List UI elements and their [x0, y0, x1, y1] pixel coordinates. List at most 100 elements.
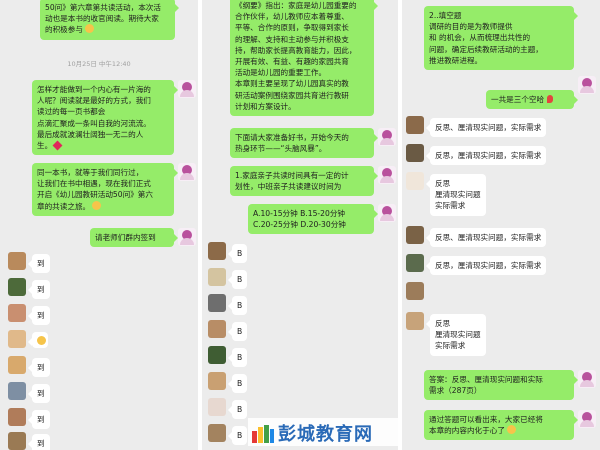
message-text: 反思、厘清现实问题，实际需求 — [435, 233, 542, 242]
avatar[interactable] — [578, 370, 596, 388]
message-bubble[interactable]: B — [227, 348, 248, 368]
message-text: 同一本书，就等于我们同行过， — [37, 168, 144, 177]
message-text: 研活动案例围绕家园共育进行教研 — [235, 90, 349, 100]
avatar[interactable] — [178, 228, 196, 246]
message-bubble[interactable]: 反思，厘清现实问题，实际需求 — [425, 256, 547, 276]
avatar[interactable] — [8, 304, 26, 322]
message-text: 到 — [37, 285, 45, 294]
avatar[interactable] — [406, 116, 424, 134]
message-text: 和 的机会，从而梳理出共性的 — [429, 33, 531, 43]
avatar[interactable] — [208, 372, 226, 390]
avatar[interactable] — [406, 312, 424, 330]
message-text: 反思、厘清现实问题，实际需求 — [435, 123, 542, 132]
avatar[interactable] — [208, 424, 226, 442]
message-bubble[interactable]: 反思、厘清现实问题，实际需求 — [425, 118, 547, 138]
avatar[interactable] — [378, 166, 396, 184]
message-text: 厘清现实问题 — [435, 190, 481, 200]
message-bubble[interactable]: 反思 厘清现实问题 实际需求 — [426, 314, 486, 356]
message-bubble[interactable]: 怎样才能做到一个内心有一片海的 人呢？阅读就是最好的方式，我们 读过的每一页书都… — [32, 80, 178, 156]
avatar[interactable] — [208, 268, 226, 286]
message-bubble[interactable]: B — [227, 426, 248, 446]
message-bubble[interactable]: 到 — [28, 254, 50, 274]
message-text: B — [237, 431, 243, 440]
message-text: 开展有效、有益、有趣的家园共育 — [235, 57, 349, 67]
message-text: A.10-15分钟 B.15-20分钟 — [253, 209, 346, 218]
message-text: 50问》第六章第共读活动，本次活 — [45, 3, 161, 12]
avatar[interactable] — [8, 330, 26, 348]
message-text: 的积极参与 — [45, 24, 170, 35]
message-bubble[interactable]: 到 — [28, 358, 50, 378]
message-bubble[interactable]: 到 — [28, 280, 50, 300]
avatar[interactable] — [208, 346, 226, 364]
message-bubble[interactable]: B — [227, 244, 248, 264]
message-bubble[interactable]: 2..填空题 调研的目的是为教师提供 和 的机会，从而梳理出共性的 问题，确定后… — [424, 6, 578, 71]
message-text: 计划和方案设计。 — [235, 101, 296, 111]
message-text: 开启《幼儿园教研活动50问》第六 — [37, 190, 153, 200]
message-text: 问题，确定后续教研活动的主题， — [429, 44, 543, 54]
message-bubble[interactable]: 通过答题可以看出来，大家已经将 本章的内容内化于心了 — [424, 410, 578, 441]
avatar[interactable] — [8, 408, 26, 426]
avatar[interactable] — [8, 356, 26, 374]
avatar[interactable] — [578, 76, 596, 94]
sticker-message[interactable] — [28, 332, 48, 348]
avatar[interactable] — [8, 432, 26, 450]
message-text: 一共是三个空哈 — [491, 94, 569, 105]
message-bubble[interactable]: B — [227, 270, 248, 290]
message-bubble[interactable]: 到 — [28, 410, 50, 430]
message-bubble[interactable]: 50问》第六章第共读活动，本次活 动也是本书的收官阅读。期待大家 的积极参与 — [40, 0, 179, 40]
message-bubble[interactable]: 到 — [28, 434, 50, 450]
message-bubble[interactable]: B — [227, 296, 248, 316]
message-text: 实际需求 — [435, 201, 466, 211]
message-text: 下面请大家准备好书，开始今天的 — [235, 133, 349, 142]
sticker-icon — [37, 336, 46, 345]
avatar[interactable] — [406, 226, 424, 244]
message-bubble[interactable]: 1.家庭亲子共读时间具有一定的计 划性，中班亲子共读建议时间为 — [230, 166, 378, 197]
message-text: 怎样才能做到一个内心有一片海的 — [37, 85, 151, 94]
avatar[interactable] — [406, 172, 424, 190]
avatar[interactable] — [406, 282, 424, 300]
avatar[interactable] — [578, 410, 596, 428]
avatar[interactable] — [178, 163, 196, 181]
message-bubble[interactable]: 一共是三个空哈 — [486, 90, 578, 110]
message-bubble[interactable]: B — [227, 400, 248, 420]
avatar[interactable] — [378, 204, 396, 222]
avatar[interactable] — [406, 144, 424, 162]
message-bubble[interactable]: 下面请大家准备好书，开始今天的 热身环节——“头脑风暴”。 — [230, 128, 378, 159]
timestamp: 10月25日 中午12:40 — [67, 60, 131, 68]
message-text: 读过的每一页书都会 — [37, 107, 106, 117]
message-bubble[interactable]: 反思、厘清现实问题，实际需求 — [425, 228, 547, 248]
message-text: 反思，厘清现实问题，实际需求 — [435, 151, 542, 160]
avatar[interactable] — [178, 80, 196, 98]
message-text: 《纲要》指出：家庭是幼儿园重要的 — [235, 1, 357, 10]
message-bubble[interactable]: 反思，厘清现实问题，实际需求 — [425, 146, 547, 166]
message-text: 最后成就波澜壮阔独一无二的人 — [37, 129, 144, 139]
message-bubble[interactable]: B — [227, 374, 248, 394]
avatar[interactable] — [8, 382, 26, 400]
message-bubble[interactable]: 答案：反思、厘清现实问题和实际 需求（287页） — [424, 370, 578, 401]
message-text: 平等、合作的原则，争取得到家长 — [235, 23, 349, 33]
message-text: 动也是本书的收官阅读。期待大家 — [45, 14, 159, 24]
avatar[interactable] — [406, 254, 424, 272]
avatar[interactable] — [208, 294, 226, 312]
message-bubble[interactable]: 请老师们群内签到 — [90, 228, 178, 248]
message-text: 1.家庭亲子共读时间具有一定的计 — [235, 171, 349, 180]
message-text: 章的共读之旅。 — [37, 200, 169, 212]
message-bubble[interactable]: B — [227, 322, 248, 342]
avatar[interactable] — [8, 278, 26, 296]
message-bubble[interactable]: 到 — [28, 384, 50, 404]
message-bubble[interactable]: 到 — [28, 306, 50, 326]
avatar[interactable] — [378, 128, 396, 146]
message-bubble[interactable]: 同一本书，就等于我们同行过， 让我们在书中相遇，现在我们正式 开启《幼儿园教研活… — [32, 163, 178, 216]
avatar[interactable] — [208, 398, 226, 416]
message-bubble[interactable]: 《纲要》指出：家庭是幼儿园重要的 合作伙伴，幼儿教师应本着尊重、 平等、合作的原… — [230, 0, 378, 117]
message-text: 请老师们群内签到 — [95, 233, 156, 242]
avatar[interactable] — [208, 320, 226, 338]
message-text: 答案：反思、厘清现实问题和实际 — [429, 375, 543, 384]
message-bubble[interactable]: A.10-15分钟 B.15-20分钟 C.20-25分钟 D.20-30分钟 — [248, 204, 378, 235]
message-text: 通过答题可以看出来，大家已经将 — [429, 415, 543, 424]
smile-emoji-icon — [92, 200, 102, 210]
message-bubble[interactable]: 反思 厘清现实问题 实际需求 — [426, 174, 486, 216]
message-text: 点滴汇聚成一条叫自我的河流流。 — [37, 118, 151, 128]
avatar[interactable] — [8, 252, 26, 270]
avatar[interactable] — [208, 242, 226, 260]
